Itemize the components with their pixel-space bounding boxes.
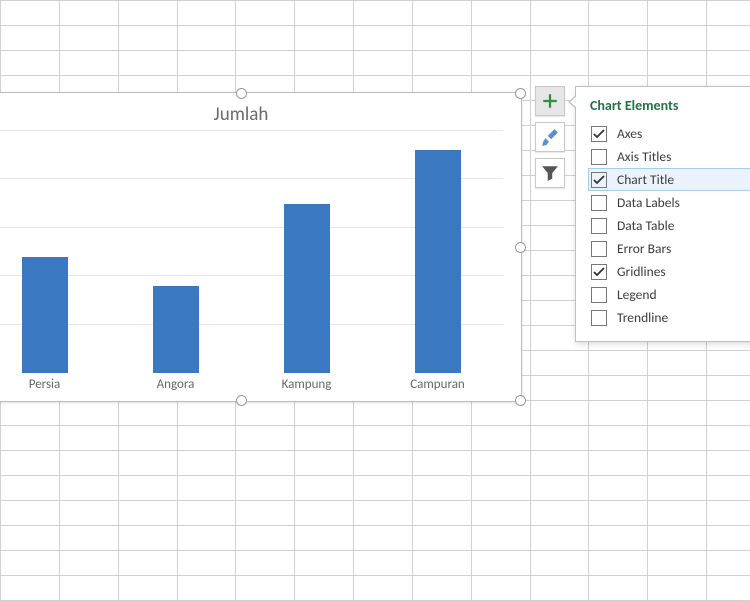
funnel-icon xyxy=(541,164,559,182)
chart-bar[interactable] xyxy=(284,204,330,373)
chart-bar[interactable] xyxy=(153,286,199,373)
checkbox[interactable] xyxy=(591,172,607,188)
checkbox[interactable] xyxy=(591,241,607,257)
resize-handle-ne[interactable] xyxy=(515,88,526,99)
chart-elements-flyout: Chart Elements Axes Axis Titles Chart Titl… xyxy=(575,86,750,342)
checkbox[interactable] xyxy=(591,264,607,280)
chart-element-option[interactable]: Error Bars xyxy=(588,237,750,260)
chart-element-option-label: Axis Titles xyxy=(617,148,671,165)
chart-element-option-label: Error Bars xyxy=(617,240,671,257)
checkbox[interactable] xyxy=(591,149,607,165)
resize-handle-se[interactable] xyxy=(515,395,526,406)
chart-element-option-label: Trendline xyxy=(617,309,668,326)
chart-bar[interactable] xyxy=(22,257,68,373)
chart-element-option[interactable]: Gridlines xyxy=(588,260,750,283)
chart-elements-button[interactable] xyxy=(535,86,565,116)
chart-element-option[interactable]: Data Labels xyxy=(588,191,750,214)
checkbox[interactable] xyxy=(591,218,607,234)
chart-element-option[interactable]: Trendline xyxy=(588,306,750,329)
category-label: Angora xyxy=(157,377,195,392)
chart-element-option-label: Chart Title xyxy=(617,171,674,188)
chart-element-option[interactable]: Legend xyxy=(588,283,750,306)
chart-filters-button[interactable] xyxy=(535,158,565,188)
chart-object[interactable]: Jumlah Persia Angora Kampung Campuran xyxy=(0,92,522,402)
chart-element-option-label: Data Labels xyxy=(617,194,680,211)
paintbrush-icon xyxy=(541,128,559,146)
resize-handle-s[interactable] xyxy=(236,395,247,406)
chart-element-option-label: Axes xyxy=(617,125,642,142)
checkbox[interactable] xyxy=(591,126,607,142)
resize-handle-n[interactable] xyxy=(236,88,247,99)
chart-element-option[interactable]: Data Table xyxy=(588,214,750,237)
chart-element-option-label: Legend xyxy=(617,286,657,303)
resize-handle-e[interactable] xyxy=(515,242,526,253)
chart-category-axis: Persia Angora Kampung Campuran xyxy=(0,377,503,397)
chart-element-option-label: Data Table xyxy=(617,217,674,234)
plus-icon xyxy=(541,92,559,110)
checkbox[interactable] xyxy=(591,287,607,303)
chart-element-option[interactable]: Axis Titles xyxy=(588,145,750,168)
chart-element-option[interactable]: Chart Title› xyxy=(588,168,750,191)
category-label: Campuran xyxy=(410,377,465,392)
chart-bar[interactable] xyxy=(415,150,461,373)
checkbox[interactable] xyxy=(591,310,607,326)
chart-element-option[interactable]: Axes xyxy=(588,122,750,145)
category-label: Persia xyxy=(29,377,61,392)
chart-plot-area[interactable] xyxy=(0,131,503,373)
gridline xyxy=(0,130,503,131)
checkbox[interactable] xyxy=(591,195,607,211)
chart-elements-flyout-title: Chart Elements xyxy=(590,97,750,114)
category-label: Kampung xyxy=(282,377,332,392)
chart-styles-button[interactable] xyxy=(535,122,565,152)
chart-element-option-label: Gridlines xyxy=(617,263,666,280)
chart-side-buttons xyxy=(535,86,565,194)
chart-title[interactable]: Jumlah xyxy=(0,103,521,126)
